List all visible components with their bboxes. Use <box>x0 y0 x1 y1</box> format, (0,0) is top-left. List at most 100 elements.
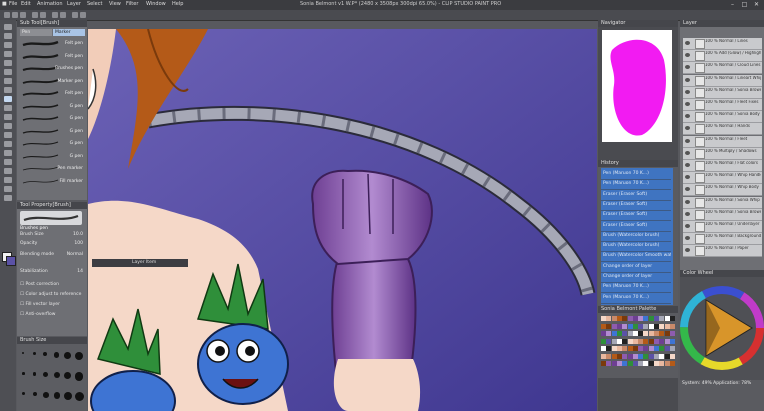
brush-size-preset[interactable] <box>22 352 24 354</box>
clear-icon[interactable] <box>52 12 58 18</box>
brush-size-preset[interactable] <box>53 352 60 358</box>
brush-item[interactable]: G pen <box>20 126 85 137</box>
color-swatch[interactable] <box>622 361 628 366</box>
brush-size-preset[interactable] <box>74 352 83 360</box>
color-swatch[interactable] <box>611 361 617 366</box>
brush-size-preset[interactable] <box>64 352 71 359</box>
color-swatch[interactable] <box>611 331 617 336</box>
color-swatch[interactable] <box>632 331 638 336</box>
color-swatch[interactable] <box>654 346 659 351</box>
color-swatch[interactable] <box>616 361 622 366</box>
selection-tool-icon[interactable] <box>4 42 12 48</box>
brush-item[interactable]: Felt pen <box>20 51 85 62</box>
color-swatch[interactable] <box>632 338 638 344</box>
auto-select-tool-icon[interactable] <box>4 51 12 57</box>
color-swatch[interactable] <box>632 316 638 321</box>
eye-icon[interactable] <box>685 175 690 180</box>
color-swatch[interactable] <box>601 346 606 351</box>
brush-size-preset[interactable] <box>74 392 84 402</box>
menu-animation[interactable]: Animation <box>37 1 63 7</box>
color-swatch[interactable] <box>616 316 622 321</box>
color-swatch[interactable] <box>611 323 617 329</box>
move-tool-icon[interactable] <box>4 33 12 39</box>
color-swatch[interactable] <box>606 323 612 329</box>
color-swatch[interactable] <box>606 346 612 351</box>
eye-icon[interactable] <box>685 199 690 204</box>
brush-item[interactable]: G pen <box>20 138 85 149</box>
color-swatch[interactable] <box>601 323 606 329</box>
color-swatch[interactable] <box>664 323 670 329</box>
color-swatch[interactable] <box>643 338 649 344</box>
color-swatch[interactable] <box>654 323 659 329</box>
menu-filter[interactable]: Filter <box>126 1 138 7</box>
color-swatch[interactable] <box>627 346 633 351</box>
zoom-tool-icon[interactable] <box>4 24 12 30</box>
color-swatch[interactable] <box>601 338 606 344</box>
brush-item[interactable]: Fill marker <box>20 176 85 187</box>
menu-layer[interactable]: Layer <box>67 1 81 7</box>
color-swatch[interactable] <box>669 316 675 321</box>
brush-item[interactable]: Felt pen <box>20 38 85 49</box>
ruler-tool-icon[interactable] <box>4 168 12 174</box>
color-swatch[interactable] <box>654 353 659 359</box>
layer-row[interactable]: 100 % Normal / Lines <box>683 38 762 50</box>
eyedropper-tool-icon[interactable] <box>4 60 12 66</box>
invert-selection-icon[interactable] <box>80 12 86 18</box>
eye-icon[interactable] <box>685 187 690 192</box>
color-swatch[interactable] <box>638 353 644 359</box>
checkbox-icon[interactable]: ☐ <box>20 292 24 297</box>
canvas[interactable] <box>88 29 597 411</box>
color-swatch[interactable] <box>627 361 633 366</box>
eye-icon[interactable] <box>685 126 690 131</box>
eye-icon[interactable] <box>685 224 690 228</box>
eye-icon[interactable] <box>685 41 690 45</box>
color-swatch[interactable] <box>601 361 606 366</box>
navigator-preview[interactable] <box>602 30 672 142</box>
anti-overflow-row[interactable]: ☐ Anti-overflow <box>20 312 86 319</box>
eye-icon[interactable] <box>685 77 690 82</box>
airbrush-tool-icon[interactable] <box>4 96 12 102</box>
transform-icon[interactable] <box>60 12 66 18</box>
color-swatch[interactable] <box>638 346 644 351</box>
color-swatch[interactable] <box>632 361 638 366</box>
color-swatch[interactable] <box>659 338 665 344</box>
eye-icon[interactable] <box>685 89 690 94</box>
layer-row[interactable]: 100 % Normal / Hands <box>683 123 762 136</box>
correct-line-tool-icon[interactable] <box>4 195 12 201</box>
color-swatch[interactable] <box>648 346 654 351</box>
eye-icon[interactable] <box>685 163 690 167</box>
color-swatch[interactable] <box>627 316 633 321</box>
figure-tool-icon[interactable] <box>4 150 12 156</box>
color-swatch[interactable] <box>632 346 638 351</box>
color-swatch[interactable] <box>606 331 612 336</box>
menu-window[interactable]: Window <box>146 1 166 7</box>
color-swatch[interactable] <box>622 316 628 321</box>
color-swatch[interactable] <box>659 346 665 351</box>
brush-item[interactable]: G pen <box>20 113 85 124</box>
color-swatch[interactable] <box>606 361 612 366</box>
eye-icon[interactable] <box>685 236 690 241</box>
history-item[interactable]: Pen (Maruon 70 K...) <box>601 293 671 304</box>
layer-row[interactable]: 100 % Normal / Sonia Brows <box>683 208 762 221</box>
color-swatch[interactable] <box>606 316 612 321</box>
color-swatch[interactable] <box>664 331 670 336</box>
pencil-tool-icon[interactable] <box>4 78 12 84</box>
color-swatch[interactable] <box>664 338 670 344</box>
pen-tool-icon[interactable] <box>4 69 12 75</box>
color-swatch[interactable] <box>611 346 617 351</box>
layer-row[interactable]: 100 % Normal / Fleet Fixes <box>683 99 762 111</box>
layer-row[interactable]: 100 % Normal / Underlayer <box>683 221 762 233</box>
brush-size-preset[interactable] <box>43 392 49 398</box>
color-swatch[interactable] <box>654 361 659 366</box>
tab-pen[interactable]: Pen <box>20 29 52 36</box>
eye-icon[interactable] <box>685 150 690 155</box>
color-swatch[interactable] <box>632 353 638 359</box>
menu-help[interactable]: Help <box>172 1 183 7</box>
eraser-tool-icon[interactable] <box>4 114 12 120</box>
color-swatch[interactable] <box>643 353 649 359</box>
color-swatch[interactable] <box>643 346 649 351</box>
gradient-tool-icon[interactable] <box>4 141 12 147</box>
color-swatch[interactable] <box>648 338 654 344</box>
brush-size-preset[interactable] <box>74 372 84 381</box>
fill-vector-row[interactable]: ☐ Fill vector layer <box>20 302 86 309</box>
